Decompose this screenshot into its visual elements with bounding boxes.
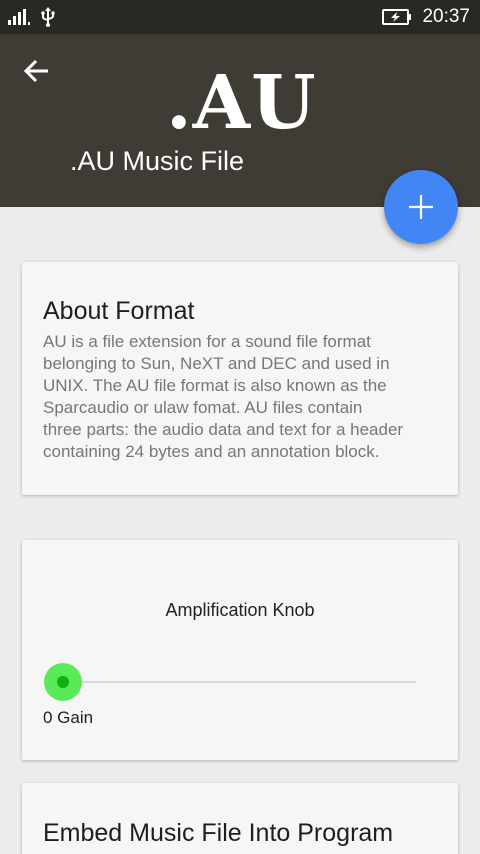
gain-slider-thumb-center [57, 676, 69, 688]
plus-icon [409, 195, 433, 219]
embed-music-heading: Embed Music File Into Program [43, 819, 394, 847]
status-right: 20:37 [382, 5, 470, 29]
description-line: UNIX. The AU file format is also known a… [43, 376, 387, 395]
embed-music-card: Embed Music File Into Program [22, 783, 458, 854]
gain-slider-track[interactable] [64, 681, 416, 683]
page-title: .AU Music File [70, 146, 245, 176]
usb-icon [41, 7, 55, 27]
status-bar: 20:37 [0, 0, 480, 34]
arrow-left-icon[interactable] [22, 58, 52, 84]
about-format-heading: About Format [43, 297, 195, 325]
description-line: containing 24 bytes and an annotation bl… [43, 442, 380, 461]
about-format-card: About Format AU is a file extension for … [22, 262, 458, 495]
amplification-card: Amplification Knob 0 Gain [22, 540, 458, 760]
about-format-description: AU is a file extension for a sound file … [43, 331, 447, 463]
description-line: Sparcaudio or ulaw fomat. AU files conta… [43, 398, 363, 417]
gain-slider-thumb[interactable] [44, 663, 82, 701]
amplification-knob-label: Amplification Knob [165, 600, 315, 620]
description-line: belonging to Sun, NeXT and DEC and used … [43, 354, 390, 373]
description-line: AU is a file extension for a sound file … [43, 332, 371, 351]
format-logo: .AU [166, 60, 317, 146]
signal-icon [8, 9, 30, 25]
add-button[interactable] [384, 170, 458, 244]
description-line: three parts: the audio data and text for… [43, 420, 404, 439]
clock: 20:37 [422, 6, 470, 27]
battery-charging-icon [382, 9, 412, 25]
gain-value-label: 0 Gain [43, 708, 94, 727]
status-left-icons [8, 7, 56, 27]
